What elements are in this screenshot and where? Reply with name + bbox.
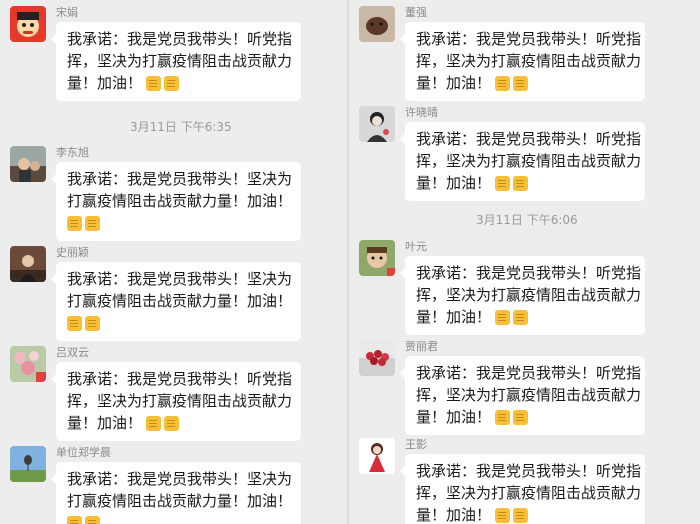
message-text: 挥，坚决为打赢疫情阻击战贡献力 [416, 152, 642, 170]
fist-emoji-icon [146, 75, 162, 91]
message-text: 挥，坚决为打赢疫情阻击战贡献力 [67, 52, 293, 70]
message-bubble[interactable]: 我承诺：我是党员我带头！听党指 挥，坚决为打赢疫情阻击战贡献力 量！加油！ [400, 22, 645, 101]
message-text: 我承诺：我是党员我带头！坚决为 [67, 470, 293, 488]
message-text: 我承诺：我是党员我带头！听党指 [416, 364, 642, 382]
message-text: 挥，坚决为打赢疫情阻击战贡献力 [67, 392, 293, 410]
message-text: 挥，坚决为打赢疫情阻击战贡献力 [416, 484, 642, 502]
message-text: 量！加油！ [416, 308, 492, 326]
fist-emoji-icon [67, 215, 82, 231]
sender-name: 贾丽君 [405, 340, 438, 353]
message-bubble[interactable]: 我承诺：我是党员我带头！听党指 挥，坚决为打赢疫情阻击战贡献力 量！加油！ [400, 356, 645, 435]
sender-name: 李东旭 [56, 146, 89, 159]
avatar[interactable] [359, 340, 395, 376]
message-text: 我承诺：我是党员我带头！听党指 [67, 370, 293, 388]
message-text: 打赢疫情阻击战贡献力量！加油！ [67, 192, 293, 210]
sender-name: 王影 [405, 438, 427, 451]
fist-emoji-icon [513, 409, 529, 425]
message-text: 打赢疫情阻击战贡献力量！加油！ [67, 492, 293, 510]
message-bubble[interactable]: 我承诺：我是党员我带头！听党指 挥，坚决为打赢疫情阻击战贡献力 量！加油！ [400, 454, 645, 524]
fist-emoji-icon [164, 415, 180, 431]
message-text: 我承诺：我是党员我带头！听党指 [67, 30, 293, 48]
message-bubble[interactable]: 我承诺：我是党员我带头！听党指 挥，坚决为打赢疫情阻击战贡献力 量！加油！ [400, 256, 645, 335]
timestamp: 3月11日 下午6:06 [476, 213, 578, 227]
message-text: 量！加油！ [416, 506, 492, 524]
message-bubble[interactable]: 我承诺：我是党员我带头！坚决为 打赢疫情阻击战贡献力量！加油！ [51, 162, 301, 241]
sender-name: 吕双云 [56, 346, 89, 359]
timestamp: 3月11日 下午6:35 [130, 120, 232, 134]
fist-emoji-icon [146, 415, 162, 431]
sender-name: 董强 [405, 6, 427, 19]
avatar[interactable] [359, 6, 395, 42]
fist-emoji-icon [85, 315, 100, 331]
fist-emoji-icon [513, 75, 529, 91]
message-bubble[interactable]: 我承诺：我是党员我带头！坚决为 打赢疫情阻击战贡献力量！加油！ [51, 462, 301, 524]
chat-pane-left[interactable]: 宋娟 我承诺：我是党员我带头！听党指 挥，坚决为打赢疫情阻击战贡献力 量！加油！… [0, 0, 347, 524]
message-text: 我承诺：我是党员我带头！听党指 [416, 462, 642, 480]
message-text: 打赢疫情阻击战贡献力量！加油！ [67, 292, 293, 310]
avatar[interactable] [10, 346, 46, 382]
avatar[interactable] [359, 106, 395, 142]
sender-name: 许晓晴 [405, 106, 438, 119]
message-text: 量！加油！ [67, 74, 143, 92]
message-bubble[interactable]: 我承诺：我是党员我带头！坚决为 打赢疫情阻击战贡献力量！加油！ [51, 262, 301, 341]
message-text: 挥，坚决为打赢疫情阻击战贡献力 [416, 386, 642, 404]
message-text: 挥，坚决为打赢疫情阻击战贡献力 [416, 286, 642, 304]
sender-name: 宋娟 [56, 6, 78, 19]
fist-emoji-icon [67, 315, 82, 331]
fist-emoji-icon [513, 175, 529, 191]
message-text: 挥，坚决为打赢疫情阻击战贡献力 [416, 52, 642, 70]
fist-emoji-icon [164, 75, 180, 91]
fist-emoji-icon [67, 515, 82, 524]
chat-pane-right[interactable]: 董强 我承诺：我是党员我带头！听党指 挥，坚决为打赢疫情阻击战贡献力 量！加油！… [349, 0, 700, 524]
fist-emoji-icon [495, 309, 511, 325]
message-text: 量！加油！ [67, 414, 143, 432]
message-text: 量！加油！ [416, 174, 492, 192]
sender-name: 单位郑学晨 [56, 446, 111, 459]
avatar[interactable] [10, 246, 46, 282]
fist-emoji-icon [495, 409, 511, 425]
message-text: 量！加油！ [416, 408, 492, 426]
message-text: 我承诺：我是党员我带头！听党指 [416, 30, 642, 48]
fist-emoji-icon [513, 309, 529, 325]
message-bubble[interactable]: 我承诺：我是党员我带头！听党指 挥，坚决为打赢疫情阻击战贡献力 量！加油！ [400, 122, 645, 201]
message-text: 量！加油！ [416, 74, 492, 92]
fist-emoji-icon [495, 507, 511, 523]
fist-emoji-icon [495, 75, 511, 91]
message-text: 我承诺：我是党员我带头！听党指 [416, 130, 642, 148]
avatar[interactable] [10, 6, 46, 42]
avatar[interactable] [10, 446, 46, 482]
fist-emoji-icon [85, 515, 100, 524]
sender-name: 叶元 [405, 240, 427, 253]
fist-emoji-icon [495, 175, 511, 191]
avatar[interactable] [10, 146, 46, 182]
fist-emoji-icon [85, 215, 100, 231]
message-text: 我承诺：我是党员我带头！听党指 [416, 264, 642, 282]
avatar[interactable] [359, 438, 395, 474]
avatar[interactable] [359, 240, 395, 276]
message-bubble[interactable]: 我承诺：我是党员我带头！听党指 挥，坚决为打赢疫情阻击战贡献力 量！加油！ [51, 22, 301, 101]
message-bubble[interactable]: 我承诺：我是党员我带头！听党指 挥，坚决为打赢疫情阻击战贡献力 量！加油！ [51, 362, 301, 441]
fist-emoji-icon [513, 507, 529, 523]
sender-name: 史丽颖 [56, 246, 89, 259]
message-text: 我承诺：我是党员我带头！坚决为 [67, 170, 293, 188]
message-text: 我承诺：我是党员我带头！坚决为 [67, 270, 293, 288]
